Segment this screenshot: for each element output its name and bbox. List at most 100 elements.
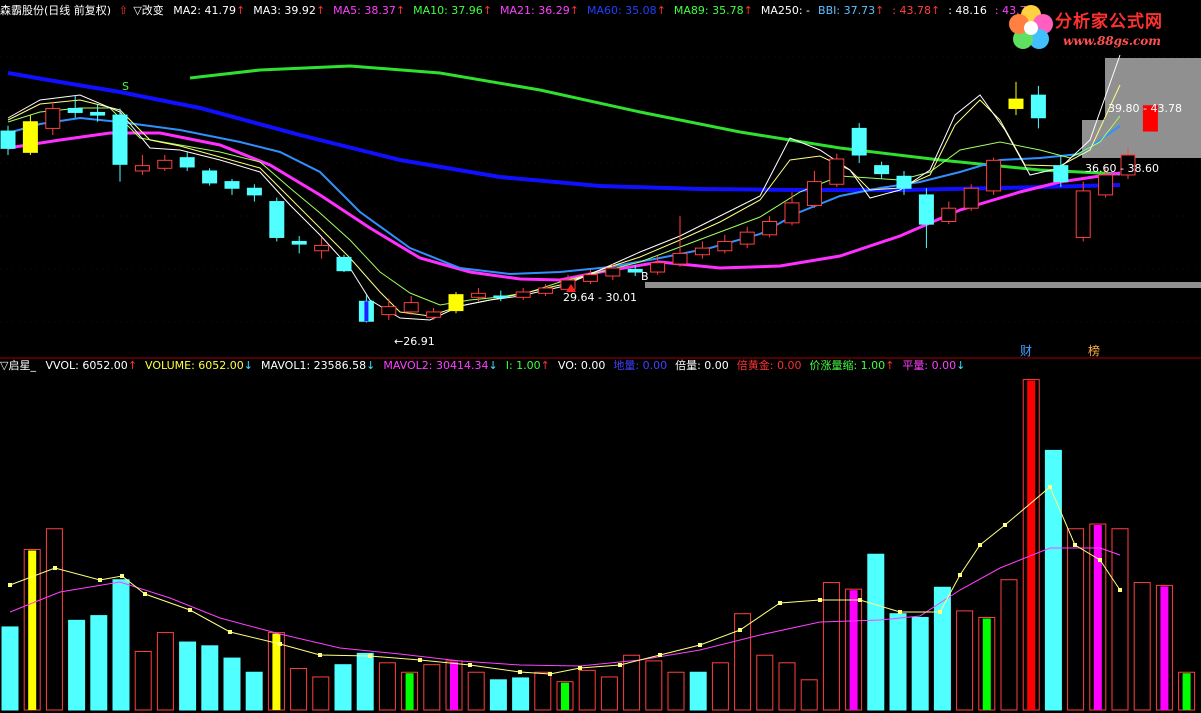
volume-bar-fill	[201, 645, 218, 710]
candle-body	[314, 244, 330, 252]
volume-bar	[756, 654, 774, 711]
candle	[336, 254, 352, 273]
volume-bar	[711, 662, 729, 711]
low-price-label: ←26.91	[394, 335, 435, 348]
candle-body	[336, 256, 352, 272]
candle	[202, 168, 218, 186]
volume-bar-fill	[28, 550, 37, 710]
stock-chart[interactable]: S ←26.91 29.64 - 30.01 B 39.80 - 43.78 3…	[0, 0, 1201, 713]
volume-bar-fill	[179, 642, 196, 710]
volume-bar-fill	[512, 677, 529, 710]
candle	[694, 241, 710, 259]
volume-bar	[423, 664, 441, 711]
candle-body	[90, 111, 106, 116]
candle-body	[269, 201, 285, 238]
mavol1-dot	[8, 583, 12, 587]
volume-bar	[290, 667, 308, 711]
candle-body	[470, 292, 486, 298]
candle-body	[762, 221, 778, 236]
mavol1-dot	[698, 643, 702, 647]
volume-bar	[467, 671, 485, 711]
candle-body	[426, 311, 442, 318]
ma89-line	[189, 64, 1121, 176]
candle	[806, 170, 822, 209]
volume-bar-fill	[1093, 525, 1102, 710]
mavol1-dot	[1003, 523, 1007, 527]
candle-body	[67, 107, 83, 113]
mavol1-dot	[53, 566, 57, 570]
candle-body	[179, 157, 195, 168]
candle	[918, 188, 934, 249]
candle-body	[1030, 94, 1046, 119]
mavol1-dot	[143, 592, 147, 596]
mavol1-dot	[1098, 558, 1102, 562]
volume-bar	[1000, 579, 1018, 711]
volume-bar-fill	[490, 679, 507, 710]
volume-bar-fill	[982, 618, 991, 710]
volume-bar	[45, 528, 63, 711]
mavol1-dot	[578, 666, 582, 670]
candle-body	[896, 175, 912, 189]
volume-bar	[1111, 528, 1129, 711]
mavol1-dot	[278, 642, 282, 646]
mavol1-dot	[98, 578, 102, 582]
mavol1-dot	[958, 573, 962, 577]
volume-bar	[822, 582, 840, 711]
volume-bar-fill	[246, 672, 263, 710]
candle-blue-stripe	[364, 301, 369, 322]
candle	[963, 184, 979, 211]
candle-body	[1053, 165, 1069, 183]
candle-body	[694, 247, 710, 256]
mavol1-dot	[318, 653, 322, 657]
candle	[941, 201, 957, 225]
candle	[1075, 181, 1091, 242]
mid-range-label: 36.60 - 38.60	[1085, 162, 1159, 175]
candle	[851, 123, 867, 163]
candle	[515, 288, 531, 300]
candle-body	[112, 114, 128, 165]
candle-body	[739, 231, 755, 245]
candle-body	[538, 287, 554, 294]
candle-body	[0, 130, 16, 149]
candle-body	[157, 159, 173, 169]
mavol1-dot	[978, 543, 982, 547]
candle-body	[874, 165, 890, 175]
mavol1-dot	[738, 628, 742, 632]
candle-body	[448, 294, 464, 312]
volume-bar-fill	[68, 620, 85, 710]
candle	[986, 157, 1002, 195]
candle	[403, 295, 419, 315]
mavol1-dot	[618, 663, 622, 667]
mavol1-dot	[1048, 485, 1052, 489]
candle	[672, 216, 688, 267]
bbi-line	[7, 116, 1121, 276]
candle	[739, 226, 755, 249]
candle	[45, 101, 61, 136]
candle	[1030, 85, 1046, 129]
candle	[784, 192, 800, 226]
candle	[134, 155, 150, 175]
candle-body	[784, 202, 800, 224]
candle-body	[224, 181, 240, 189]
candle-body	[963, 187, 979, 209]
mavol1-dot	[658, 653, 662, 657]
volume-bar-fill	[690, 672, 707, 710]
candle-body	[672, 252, 688, 265]
candle	[448, 291, 464, 314]
mavol1-dot	[1073, 543, 1077, 547]
volume-bar	[800, 679, 818, 711]
volume-bar-fill	[1027, 380, 1036, 710]
candle-body	[806, 181, 822, 207]
volume-bar-fill	[849, 590, 858, 710]
candle-body	[134, 165, 150, 172]
mavol1-dot	[778, 601, 782, 605]
volume-bar	[600, 676, 618, 711]
volume-bar-fill	[561, 682, 569, 710]
mavol1-dot	[188, 608, 192, 612]
volume-bar	[312, 676, 330, 711]
volume-bar	[667, 671, 685, 711]
volume-bar	[1133, 582, 1151, 711]
mavol1-dot	[898, 610, 902, 614]
candle-body	[851, 127, 867, 156]
candle	[179, 152, 195, 171]
